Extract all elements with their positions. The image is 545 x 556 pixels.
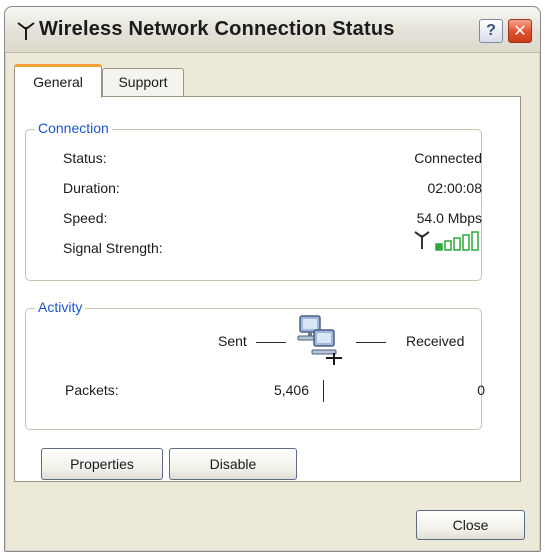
help-icon: ? [486, 22, 496, 39]
signal-bars [435, 231, 479, 251]
received-label: Received [406, 333, 465, 349]
connection-legend: Connection [35, 120, 112, 136]
signal-strength-label: Signal Strength: [63, 240, 163, 256]
status-label: Status: [63, 150, 107, 166]
close-window-button[interactable]: ✕ [508, 19, 532, 43]
title-bar[interactable]: Wireless Network Connection Status ? ✕ [5, 7, 540, 53]
packets-received-value: 0 [477, 382, 485, 398]
duration-value: 02:00:08 [427, 180, 483, 196]
packets-label: Packets: [65, 382, 119, 398]
received-connector-line [356, 342, 386, 343]
signal-strength-indicator [414, 231, 479, 251]
signal-bar [444, 240, 452, 251]
network-computers-icon [297, 315, 342, 365]
tab-general[interactable]: General [14, 64, 102, 98]
packets-sent-value: 5,406 [273, 382, 309, 398]
duration-label: Duration: [63, 180, 120, 196]
window-title: Wireless Network Connection Status [39, 18, 395, 40]
disable-button[interactable]: Disable [169, 448, 297, 480]
speed-label: Speed: [63, 210, 108, 226]
activity-legend: Activity [35, 299, 86, 315]
sent-connector-line [256, 342, 286, 343]
properties-button[interactable]: Properties [41, 448, 163, 480]
help-button[interactable]: ? [479, 19, 503, 43]
tab-support[interactable]: Support [102, 68, 184, 97]
close-icon: ✕ [513, 23, 527, 40]
packets-divider [323, 380, 324, 402]
signal-bar [471, 231, 479, 251]
speed-value: 54.0 Mbps [416, 210, 482, 226]
signal-antenna-icon [414, 231, 430, 249]
status-value: Connected [414, 150, 482, 166]
signal-bar [435, 243, 443, 251]
close-button[interactable]: Close [416, 510, 525, 540]
activity-group: Activity [25, 299, 482, 430]
tab-strip: General Support [14, 64, 521, 98]
sent-label: Sent [218, 333, 247, 349]
signal-bar [453, 237, 461, 251]
wireless-antenna-icon [17, 22, 35, 40]
signal-bar [462, 234, 470, 251]
